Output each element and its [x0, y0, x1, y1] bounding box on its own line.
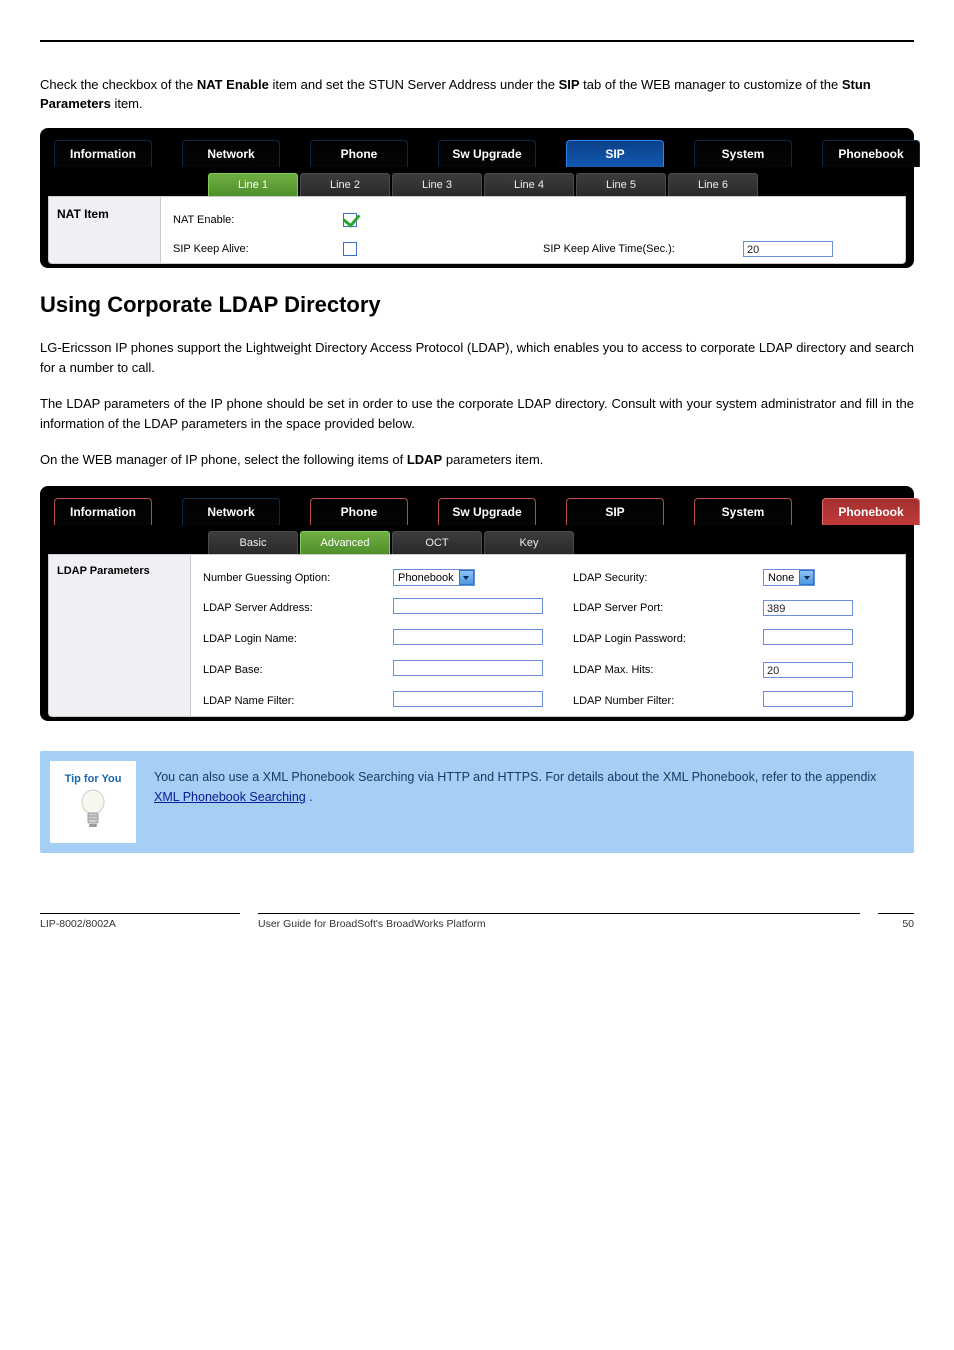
select-number-guessing[interactable]: Phonebook: [393, 569, 475, 586]
label-max-hits: LDAP Max. Hits:: [573, 664, 763, 676]
intro-mid1: item and set the STUN Server Address und…: [272, 77, 558, 92]
subtab-key[interactable]: Key: [484, 531, 574, 554]
lightbulb-icon: [77, 789, 109, 831]
panel1-content: NAT Enable: SIP Keep Alive: SIP Keep Ali…: [160, 196, 906, 264]
callout-text-after: .: [309, 790, 312, 804]
tab-network[interactable]: Network: [182, 140, 280, 167]
intro-suffix: item.: [114, 96, 142, 111]
panel1-subtabrow: Line 1 Line 2 Line 3 Line 4 Line 5 Line …: [48, 173, 906, 196]
label-server-address: LDAP Server Address:: [203, 602, 393, 614]
label-login-pw: LDAP Login Password:: [573, 633, 763, 645]
subtab-line2[interactable]: Line 2: [300, 173, 390, 196]
label-number-filter: LDAP Number Filter:: [573, 695, 763, 707]
tab-phone-2[interactable]: Phone: [310, 498, 408, 525]
tab-network-2[interactable]: Network: [182, 498, 280, 525]
select-number-guessing-value: Phonebook: [398, 572, 454, 584]
keep-alive-time-input[interactable]: 20: [743, 241, 833, 257]
panel2-content: Number Guessing Option: Phonebook LDAP S…: [190, 554, 906, 717]
subtab-line1[interactable]: Line 1: [208, 173, 298, 196]
select-ldap-security[interactable]: None: [763, 569, 815, 586]
input-number-filter[interactable]: [763, 691, 853, 707]
paragraph-1: LG-Ericsson IP phones support the Lightw…: [40, 338, 914, 378]
panel2-subtabrow: Basic Advanced OCT Key: [48, 531, 906, 554]
tab-sip-2[interactable]: SIP: [566, 498, 664, 525]
intro-bold-sip: SIP: [559, 77, 580, 92]
intro-bold-natenable: NAT Enable: [197, 77, 269, 92]
panel1-side-label: NAT Item: [48, 196, 160, 264]
nat-enable-checkbox[interactable]: [343, 213, 357, 227]
label-name-filter: LDAP Name Filter:: [203, 695, 393, 707]
nat-enable-label: NAT Enable:: [173, 214, 343, 226]
intro-mid2: tab of the WEB manager to customize of t…: [583, 77, 842, 92]
panel2-body: LDAP Parameters Number Guessing Option: …: [48, 554, 906, 717]
footer-page-number: 50: [878, 913, 914, 930]
subtab-basic[interactable]: Basic: [208, 531, 298, 554]
callout-link[interactable]: XML Phonebook Searching: [154, 790, 306, 804]
tab-sip[interactable]: SIP: [566, 140, 664, 167]
tip-callout-body: You can also use a XML Phonebook Searchi…: [146, 751, 914, 853]
label-number-guessing: Number Guessing Option:: [203, 572, 393, 584]
keep-alive-time-label: SIP Keep Alive Time(Sec.):: [543, 243, 743, 255]
panel2-side-label: LDAP Parameters: [48, 554, 190, 717]
tab-information[interactable]: Information: [54, 140, 152, 167]
tab-information-2[interactable]: Information: [54, 498, 152, 525]
panel1-body: NAT Item NAT Enable: SIP Keep Alive: SIP…: [48, 196, 906, 264]
subtab-line6[interactable]: Line 6: [668, 173, 758, 196]
panel2-tabrow: Information Network Phone Sw Upgrade SIP…: [48, 494, 906, 525]
label-ldap-security: LDAP Security:: [573, 572, 763, 584]
footer-model: LIP-8002/8002A: [40, 913, 240, 930]
chevron-down-icon[interactable]: [799, 570, 814, 585]
input-name-filter[interactable]: [393, 691, 543, 707]
top-rule: [40, 40, 914, 42]
input-login-name[interactable]: [393, 629, 543, 645]
paragraph-2: The LDAP parameters of the IP phone shou…: [40, 394, 914, 434]
subtab-line3[interactable]: Line 3: [392, 173, 482, 196]
chevron-down-icon[interactable]: [459, 570, 474, 585]
intro-prefix: Check the checkbox of the: [40, 77, 197, 92]
tab-system-2[interactable]: System: [694, 498, 792, 525]
label-base: LDAP Base:: [203, 664, 393, 676]
subtab-line4[interactable]: Line 4: [484, 173, 574, 196]
paragraph-3: On the WEB manager of IP phone, select t…: [40, 450, 914, 470]
p3-bold-ldap: LDAP: [407, 452, 442, 467]
subtab-oct[interactable]: OCT: [392, 531, 482, 554]
section-heading: Using Corporate LDAP Directory: [40, 292, 914, 318]
tab-swupgrade-2[interactable]: Sw Upgrade: [438, 498, 536, 525]
panel1-tabrow: Information Network Phone Sw Upgrade SIP…: [48, 136, 906, 167]
sip-keep-alive-checkbox[interactable]: [343, 242, 357, 256]
label-server-port: LDAP Server Port:: [573, 602, 763, 614]
tab-phone[interactable]: Phone: [310, 140, 408, 167]
tab-phonebook[interactable]: Phonebook: [822, 140, 920, 167]
tip-callout: Tip for You You can also use a XML Phone…: [40, 751, 914, 853]
ldap-panel: Information Network Phone Sw Upgrade SIP…: [40, 486, 914, 721]
input-base[interactable]: [393, 660, 543, 676]
subtab-advanced[interactable]: Advanced: [300, 531, 390, 554]
input-server-address[interactable]: [393, 598, 543, 614]
input-max-hits[interactable]: 20: [763, 662, 853, 678]
label-login-name: LDAP Login Name:: [203, 633, 393, 645]
footer-title: User Guide for BroadSoft's BroadWorks Pl…: [258, 913, 860, 930]
intro-text: Check the checkbox of the NAT Enable ite…: [40, 76, 914, 114]
p3-after: parameters item.: [446, 452, 544, 467]
callout-text-before: You can also use a XML Phonebook Searchi…: [154, 770, 876, 784]
sip-nat-panel: Information Network Phone Sw Upgrade SIP…: [40, 128, 914, 268]
input-server-port[interactable]: 389: [763, 600, 853, 616]
page-footer: LIP-8002/8002A User Guide for BroadSoft'…: [40, 913, 914, 930]
tab-phonebook-2[interactable]: Phonebook: [822, 498, 920, 525]
tab-swupgrade[interactable]: Sw Upgrade: [438, 140, 536, 167]
input-login-pw[interactable]: [763, 629, 853, 645]
subtab-line5[interactable]: Line 5: [576, 173, 666, 196]
select-ldap-security-value: None: [768, 572, 794, 584]
sip-keep-alive-label: SIP Keep Alive:: [173, 243, 343, 255]
tip-callout-icon: Tip for You: [50, 761, 136, 843]
p3-before: On the WEB manager of IP phone, select t…: [40, 452, 407, 467]
tab-system[interactable]: System: [694, 140, 792, 167]
tip-label: Tip for You: [65, 773, 122, 785]
